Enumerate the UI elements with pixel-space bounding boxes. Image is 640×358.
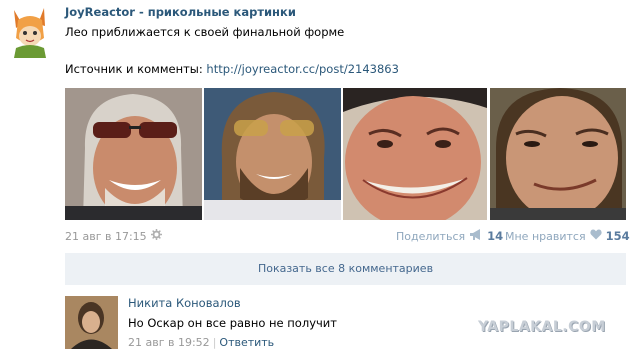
- watermark: YAPLAKAL.COM: [478, 319, 606, 335]
- post-text: Лео приближается к своей финальной форме: [65, 25, 345, 39]
- source-label: Источник и комменты:: [65, 62, 203, 76]
- post-date[interactable]: 21 авг в 17:15: [65, 230, 147, 243]
- photo-face-beard: [204, 88, 341, 220]
- reply-link[interactable]: Ответить: [219, 336, 274, 349]
- photo-face-smirk: [490, 88, 626, 220]
- source-link[interactable]: http://joyreactor.cc/post/2143863: [206, 62, 399, 76]
- post-photo-3[interactable]: [343, 88, 487, 220]
- post-photo-1[interactable]: [65, 88, 202, 220]
- post-source: Источник и комменты: http://joyreactor.c…: [65, 62, 399, 76]
- post-author-name[interactable]: JoyReactor - прикольные картинки: [65, 5, 296, 19]
- comment-author-name[interactable]: Никита Коновалов: [128, 296, 241, 310]
- like-label: Мне нравится: [505, 229, 586, 243]
- post-meta: 21 авг в 17:15: [65, 229, 162, 243]
- share-label: Поделиться: [396, 229, 466, 243]
- separator: |: [212, 336, 217, 349]
- post-author-avatar[interactable]: [8, 6, 52, 58]
- comment-author-avatar[interactable]: [65, 296, 118, 349]
- gear-icon[interactable]: [150, 229, 162, 243]
- share-count: 14: [487, 229, 504, 243]
- megaphone-icon: [469, 229, 483, 243]
- post-photo-2[interactable]: [204, 88, 341, 220]
- like-count: 154: [605, 229, 630, 243]
- commenter-photo: [65, 296, 118, 349]
- share-button[interactable]: Поделиться 14: [396, 229, 503, 243]
- like-button[interactable]: Мне нравится 154: [505, 229, 630, 243]
- photo-face-grin: [343, 88, 487, 220]
- comment-date[interactable]: 21 авг в 19:52: [128, 336, 210, 349]
- comment-meta: 21 авг в 19:52 | Ответить: [128, 336, 274, 349]
- show-all-comments-button[interactable]: Показать все 8 комментариев: [65, 253, 626, 285]
- post-photo-4[interactable]: [490, 88, 626, 220]
- comment-text: Но Оскар он все равно не получит: [128, 316, 337, 330]
- heart-icon: [589, 229, 602, 243]
- photo-face-sunglasses: [65, 88, 202, 220]
- fox-avatar-image: [8, 6, 52, 58]
